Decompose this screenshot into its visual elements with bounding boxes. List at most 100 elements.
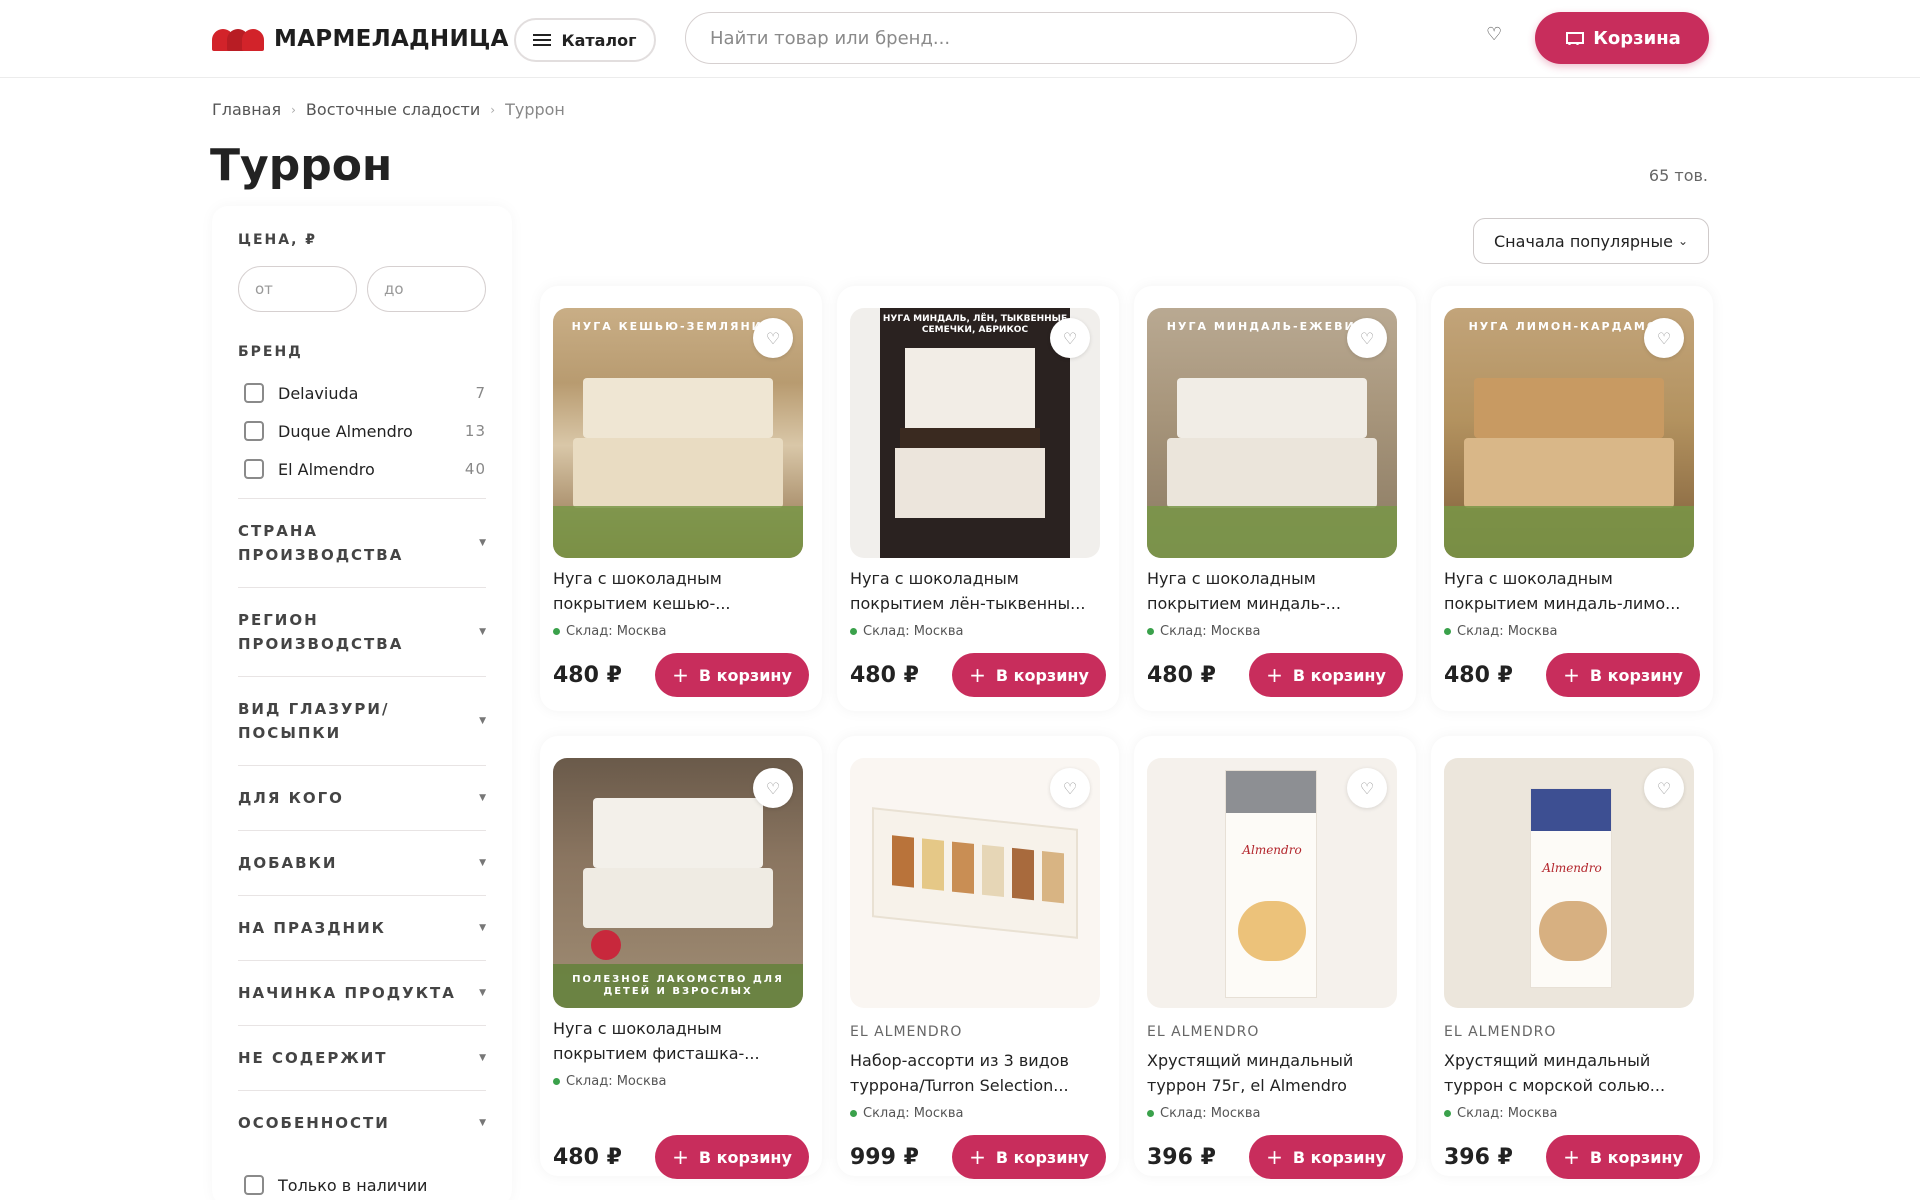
heart-icon[interactable]: ♡	[1644, 318, 1684, 358]
product-card[interactable]: НУГА КЕШЬЮ-ЗЕМЛЯНИКА ♡ Нуга с шоколадным…	[540, 286, 822, 711]
product-card[interactable]: ♡ EL ALMENDRO Набор-ассорти из 3 видов т…	[837, 736, 1119, 1179]
plus-icon: +	[969, 663, 986, 687]
add-to-cart-label: В корзину	[698, 665, 792, 685]
product-title[interactable]: Нуга с шоколадным покрытием кешью-...	[553, 566, 809, 616]
price-from-input[interactable]	[238, 266, 357, 312]
plus-icon: +	[1266, 663, 1283, 687]
product-image[interactable]: Almendro ♡	[1444, 758, 1694, 1008]
search-input[interactable]	[685, 12, 1357, 64]
brand-name: Delaviuda	[278, 383, 359, 403]
logo-mark-icon	[212, 27, 264, 51]
product-card[interactable]: Almendro ♡ EL ALMENDRO Хрустящий миндаль…	[1134, 736, 1416, 1179]
facet-features[interactable]: ОСОБЕННОСТИ ▼	[238, 1090, 486, 1155]
add-to-cart-label: В корзину	[1589, 1147, 1683, 1167]
product-price: 480 ₽	[553, 662, 622, 688]
product-title[interactable]: Хрустящий миндальный туррон с морской со…	[1444, 1048, 1700, 1098]
product-image[interactable]: НУГА КЕШЬЮ-ЗЕМЛЯНИКА ♡	[553, 308, 803, 558]
add-to-cart-button[interactable]: + В корзину	[655, 653, 809, 697]
facet-label: ВИД ГЛАЗУРИ/ПОСЫПКИ	[238, 700, 390, 742]
add-to-cart-button[interactable]: + В корзину	[1546, 653, 1700, 697]
brand-name: Duque Almendro	[278, 421, 413, 441]
heart-icon[interactable]: ♡	[1644, 768, 1684, 808]
add-to-cart-button[interactable]: + В корзину	[952, 1135, 1106, 1179]
product-title[interactable]: Набор-ассорти из 3 видов туррона/Turron …	[850, 1048, 1106, 1098]
facet-region[interactable]: РЕГИОН ПРОИЗВОДСТВА ▼	[238, 587, 486, 676]
facet-label: НЕ СОДЕРЖИТ	[238, 1049, 388, 1067]
in-stock-toggle[interactable]: Только в наличии	[238, 1175, 486, 1195]
add-to-cart-button[interactable]: + В корзину	[1249, 653, 1403, 697]
card-footer: 396 ₽ + В корзину	[1444, 1135, 1700, 1179]
wishlist-heart-icon[interactable]: ♡	[1486, 24, 1502, 45]
heart-icon[interactable]: ♡	[753, 768, 793, 808]
facet-additives[interactable]: ДОБАВКИ ▼	[238, 830, 486, 895]
stock-status: Склад: Москва	[850, 1106, 1106, 1121]
in-stock-checkbox[interactable]	[244, 1175, 264, 1195]
facet-filling[interactable]: НАЧИНКА ПРОДУКТА ▼	[238, 960, 486, 1025]
product-title[interactable]: Нуга с шоколадным покрытием лён-тыквенны…	[850, 566, 1106, 616]
add-to-cart-button[interactable]: + В корзину	[1546, 1135, 1700, 1179]
plus-icon: +	[1563, 1145, 1580, 1169]
product-card[interactable]: НУГА МИНДАЛЬ, ЛЁН, ТЫКВЕННЫЕ СЕМЕЧКИ, АБ…	[837, 286, 1119, 711]
menu-icon	[533, 33, 552, 47]
stock-status: Склад: Москва	[850, 624, 1106, 639]
product-image[interactable]: Almendro ♡	[1147, 758, 1397, 1008]
facet-label: СТРАНА ПРОИЗВОДСТВА	[238, 522, 404, 564]
product-title[interactable]: Нуга с шоколадным покрытием фисташка-...	[553, 1016, 809, 1066]
add-to-cart-button[interactable]: + В корзину	[655, 1135, 809, 1179]
product-image[interactable]: НУГА ЛИМОН-КАРДАМОН ♡	[1444, 308, 1694, 558]
catalog-button[interactable]: Каталог	[514, 18, 656, 62]
breadcrumb-home[interactable]: Главная	[212, 100, 281, 120]
product-card[interactable]: НУГА МИНДАЛЬ-ЕЖЕВИКА ♡ Нуга с шоколадным…	[1134, 286, 1416, 711]
brand-checkbox[interactable]	[244, 459, 264, 479]
brand-count: 7	[475, 384, 486, 402]
product-title[interactable]: Хрустящий миндальный туррон 75г, el Alme…	[1147, 1048, 1403, 1098]
add-to-cart-button[interactable]: + В корзину	[952, 653, 1106, 697]
plus-icon: +	[672, 663, 689, 687]
brand-option[interactable]: El Almendro 40	[238, 450, 486, 488]
facet-glaze[interactable]: ВИД ГЛАЗУРИ/ПОСЫПКИ ▼	[238, 676, 486, 765]
facet-free-from[interactable]: НЕ СОДЕРЖИТ ▼	[238, 1025, 486, 1090]
stock-status: Склад: Москва	[1147, 624, 1403, 639]
product-image[interactable]: ПОЛЕЗНОЕ ЛАКОМСТВО ДЛЯ ДЕТЕЙ И ВЗРОСЛЫХ …	[553, 758, 803, 1008]
product-image[interactable]: ♡	[850, 758, 1100, 1008]
brand-checkbox[interactable]	[244, 383, 264, 403]
product-image-label: Almendro	[1542, 861, 1602, 875]
stock-text: Склад: Москва	[1457, 624, 1558, 639]
product-title[interactable]: Нуга с шоколадным покрытием миндаль-лимо…	[1444, 566, 1700, 616]
add-to-cart-label: В корзину	[995, 1147, 1089, 1167]
brand-option[interactable]: Duque Almendro 13	[238, 412, 486, 450]
chevron-down-icon: ▼	[479, 1118, 486, 1128]
facet-for-whom[interactable]: ДЛЯ КОГО ▼	[238, 765, 486, 830]
price-to-input[interactable]	[367, 266, 486, 312]
cart-button[interactable]: Корзина	[1535, 12, 1709, 64]
product-card[interactable]: НУГА ЛИМОН-КАРДАМОН ♡ Нуга с шоколадным …	[1431, 286, 1713, 711]
product-image[interactable]: НУГА МИНДАЛЬ-ЕЖЕВИКА ♡	[1147, 308, 1397, 558]
in-stock-dot-icon	[553, 628, 560, 635]
facet-label: ДЛЯ КОГО	[238, 789, 344, 807]
site-header: МАРМЕЛАДНИЦА Каталог ♡ Корзина	[0, 0, 1920, 78]
card-footer: 480 ₽ + В корзину	[1444, 653, 1700, 697]
product-card[interactable]: Almendro ♡ EL ALMENDRO Хрустящий миндаль…	[1431, 736, 1713, 1179]
breadcrumb-category[interactable]: Восточные сладости	[306, 100, 480, 120]
brand-count: 13	[464, 422, 486, 440]
facet-label: РЕГИОН ПРОИЗВОДСТВА	[238, 611, 404, 653]
sort-select[interactable]: Сначала популярные ⌄	[1473, 218, 1709, 264]
site-logo[interactable]: МАРМЕЛАДНИЦА	[212, 24, 509, 54]
product-title[interactable]: Нуга с шоколадным покрытием миндаль-...	[1147, 566, 1403, 616]
brand-checkbox[interactable]	[244, 421, 264, 441]
facet-holiday[interactable]: НА ПРАЗДНИК ▼	[238, 895, 486, 960]
heart-icon[interactable]: ♡	[1050, 768, 1090, 808]
product-price: 396 ₽	[1147, 1144, 1216, 1170]
product-image[interactable]: НУГА МИНДАЛЬ, ЛЁН, ТЫКВЕННЫЕ СЕМЕЧКИ, АБ…	[850, 308, 1100, 558]
brand-option[interactable]: Delaviuda 7	[238, 374, 486, 412]
heart-icon[interactable]: ♡	[753, 318, 793, 358]
facet-country[interactable]: СТРАНА ПРОИЗВОДСТВА ▼	[238, 498, 486, 587]
chevron-down-icon: ▼	[479, 1053, 486, 1063]
add-to-cart-button[interactable]: + В корзину	[1249, 1135, 1403, 1179]
heart-icon[interactable]: ♡	[1347, 768, 1387, 808]
heart-icon[interactable]: ♡	[1347, 318, 1387, 358]
plus-icon: +	[1563, 663, 1580, 687]
product-card[interactable]: ПОЛЕЗНОЕ ЛАКОМСТВО ДЛЯ ДЕТЕЙ И ВЗРОСЛЫХ …	[540, 736, 822, 1179]
product-price: 480 ₽	[1444, 662, 1513, 688]
heart-icon[interactable]: ♡	[1050, 318, 1090, 358]
